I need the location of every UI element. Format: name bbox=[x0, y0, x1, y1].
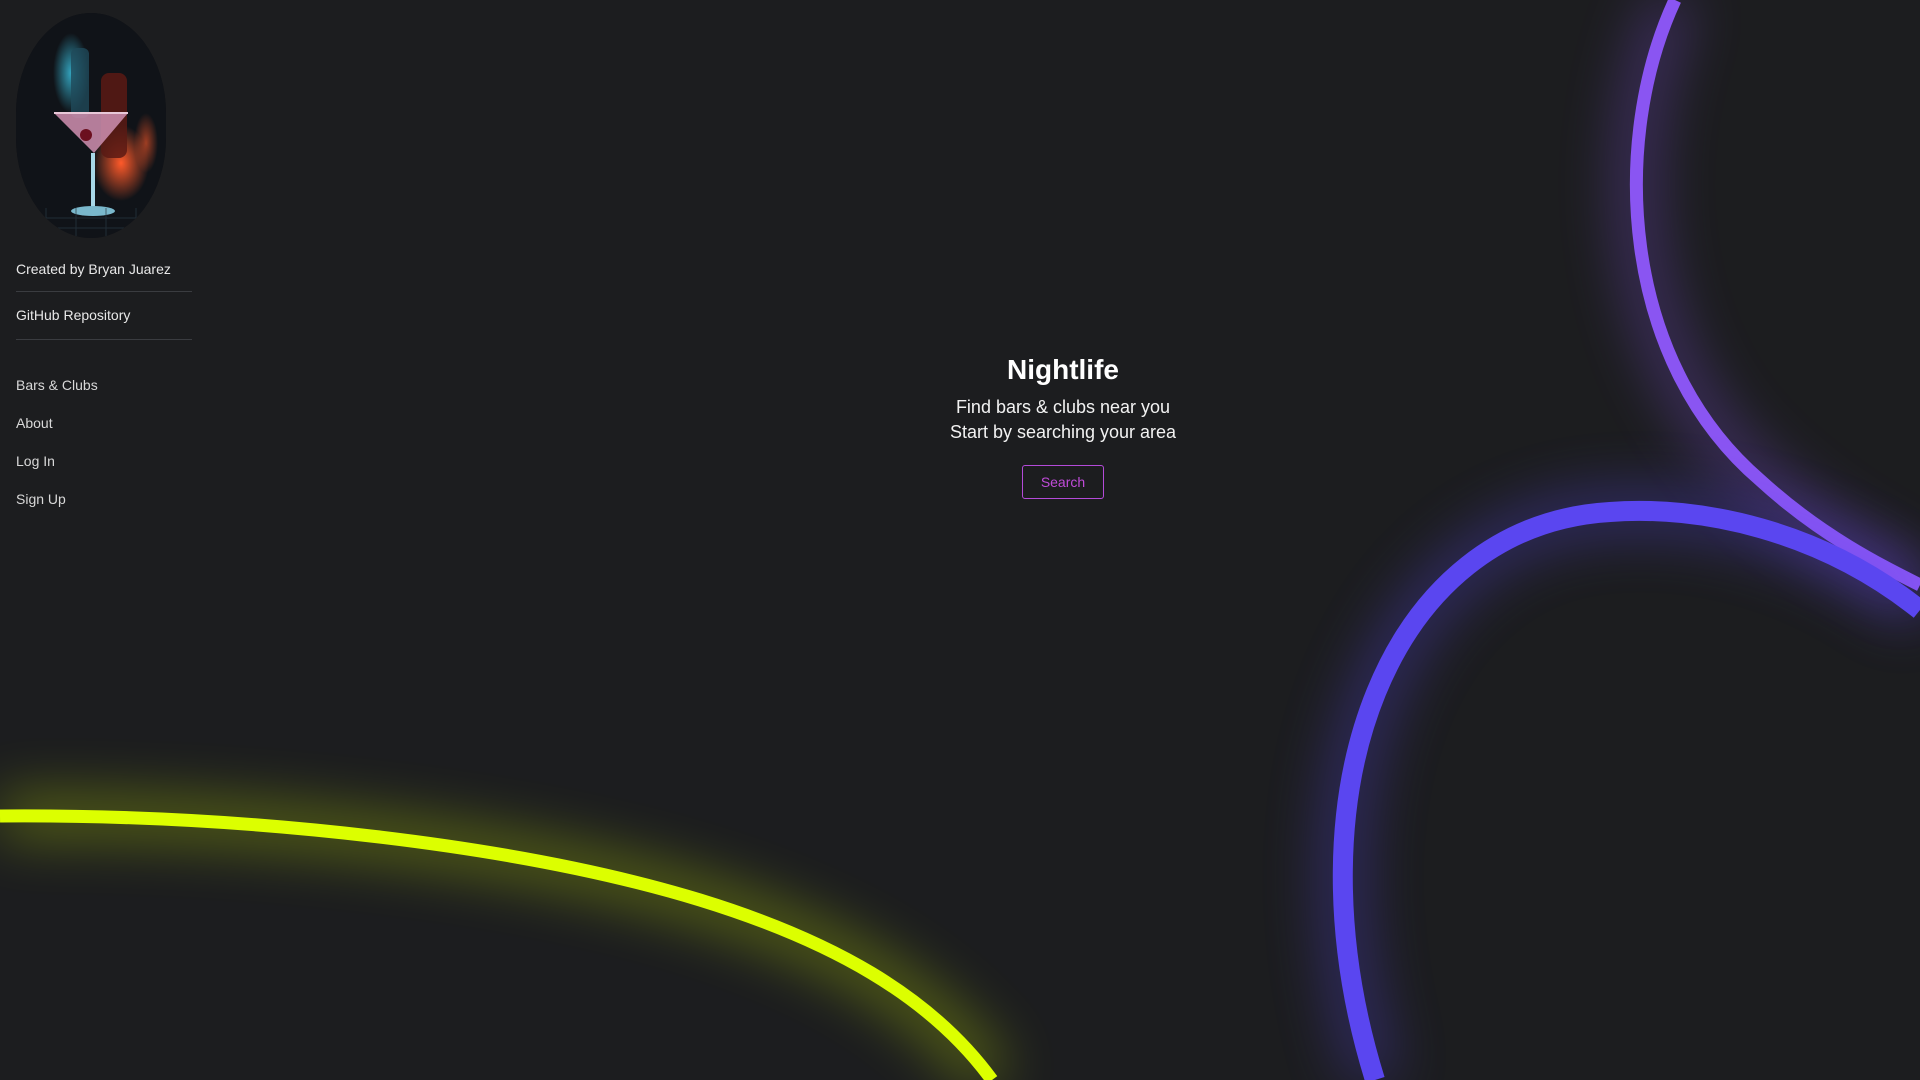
divider bbox=[16, 291, 192, 292]
search-button[interactable]: Search bbox=[1022, 465, 1104, 499]
nav-log-in[interactable]: Log In bbox=[16, 453, 55, 469]
nav-about[interactable]: About bbox=[16, 415, 53, 431]
github-repo-link[interactable]: GitHub Repository bbox=[16, 307, 130, 323]
avatar bbox=[16, 13, 166, 238]
blue-neon-arc bbox=[1320, 488, 1920, 1080]
sidebar: Created by Bryan Juarez GitHub Repositor… bbox=[0, 0, 208, 1080]
credit-link[interactable]: Created by Bryan Juarez bbox=[16, 261, 171, 277]
cocktail-glass-icon bbox=[16, 13, 166, 238]
neon-background-arcs bbox=[0, 0, 1920, 1080]
landing-page: Created by Bryan Juarez GitHub Repositor… bbox=[0, 0, 1920, 1080]
divider bbox=[16, 339, 192, 340]
hero-subtitle-line-2: Start by searching your area bbox=[949, 422, 1177, 442]
page-title: Nightlife bbox=[1007, 354, 1119, 385]
hero-section: Nightlife Find bars & clubs near you Sta… bbox=[860, 345, 1266, 499]
nav-bars-clubs[interactable]: Bars & Clubs bbox=[16, 377, 98, 393]
hero-subtitle-line-1: Find bars & clubs near you bbox=[955, 397, 1171, 417]
nav-sign-up[interactable]: Sign Up bbox=[16, 491, 66, 507]
